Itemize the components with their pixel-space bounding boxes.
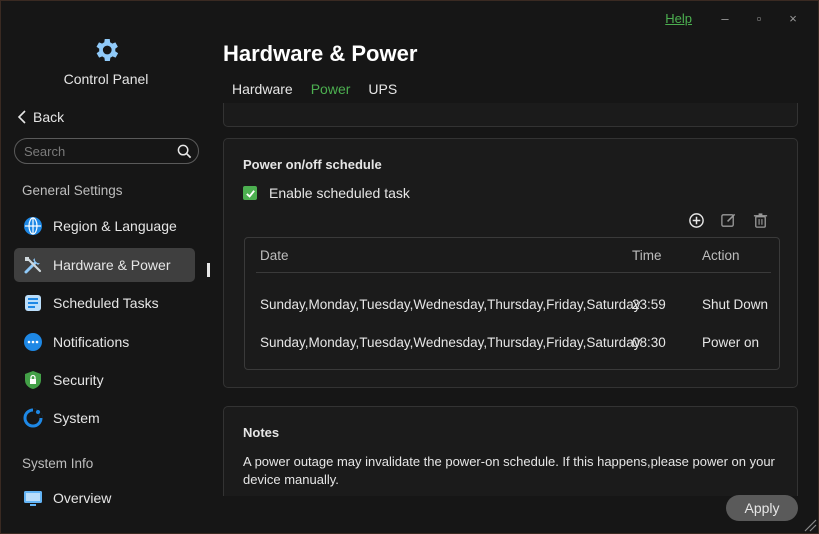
row-time: 08:30 xyxy=(632,335,666,350)
back-label: Back xyxy=(33,109,65,125)
sidebar-item-label: System xyxy=(53,410,100,426)
section-general-settings: General Settings xyxy=(22,183,123,198)
control-panel-header: Control Panel xyxy=(1,35,211,87)
sidebar-item-notifications[interactable]: Notifications xyxy=(14,325,195,359)
back-button[interactable]: Back xyxy=(17,109,64,125)
search-box xyxy=(14,138,199,164)
control-panel-window: Help – ▫ × Control Panel Back General Se… xyxy=(0,0,819,534)
row-date: Sunday,Monday,Tuesday,Wednesday,Thursday… xyxy=(260,335,641,350)
sidebar-item-region-language[interactable]: Region & Language xyxy=(14,209,195,243)
row-action: Shut Down xyxy=(702,297,769,312)
sidebar-item-hardware-power[interactable]: Hardware & Power xyxy=(14,248,195,282)
enable-schedule-label: Enable scheduled task xyxy=(269,185,410,201)
sidebar-item-label: Security xyxy=(53,372,104,388)
search-input[interactable] xyxy=(15,142,176,160)
notes-text: A power outage may invalidate the power-… xyxy=(243,454,775,487)
enable-schedule-row: Enable scheduled task xyxy=(243,185,410,201)
delete-icon[interactable] xyxy=(752,212,769,229)
header-divider xyxy=(256,272,771,273)
sidebar-item-overview[interactable]: Overview xyxy=(14,481,195,515)
app-title: Control Panel xyxy=(63,71,149,87)
add-icon[interactable] xyxy=(688,212,705,229)
schedule-title: Power on/off schedule xyxy=(243,157,382,172)
tools-icon xyxy=(24,256,42,274)
notes-title: Notes xyxy=(243,425,280,440)
monitor-icon xyxy=(24,491,42,506)
row-action: Power on xyxy=(702,335,760,350)
section-system-info: System Info xyxy=(22,456,94,471)
globe-icon xyxy=(24,217,42,235)
sidebar-item-label: Notifications xyxy=(53,334,130,350)
previous-card-remnant xyxy=(223,103,798,127)
notes-card: Notes A power outage may invalidate the … xyxy=(223,406,798,496)
gear-icon xyxy=(96,39,119,61)
sidebar-item-system[interactable]: System xyxy=(14,401,195,435)
column-header-date[interactable]: Date xyxy=(260,248,289,263)
apply-button[interactable]: Apply xyxy=(726,495,798,521)
sidebar-item-label: Hardware & Power xyxy=(53,257,171,273)
tab-power[interactable]: Power xyxy=(310,81,351,105)
checkmark-icon xyxy=(245,189,255,198)
tasks-icon xyxy=(25,295,41,311)
system-icon xyxy=(23,408,43,428)
main-content: Hardware & Power Hardware Power UPS Powe… xyxy=(211,1,818,533)
enable-schedule-checkbox[interactable] xyxy=(243,186,257,200)
schedule-table: Date Time Action Sunday,Monday,Tuesday,W… xyxy=(244,237,780,370)
column-header-action[interactable]: Action xyxy=(702,248,740,263)
sidebar: Control Panel Back General Settings Regi… xyxy=(1,1,211,533)
page-title: Hardware & Power xyxy=(223,41,418,66)
chevron-left-icon xyxy=(17,110,26,124)
shield-lock-icon xyxy=(25,371,41,389)
edit-icon[interactable] xyxy=(720,212,737,229)
sidebar-item-scheduled-tasks[interactable]: Scheduled Tasks xyxy=(14,286,195,320)
sidebar-item-label: Overview xyxy=(53,490,112,506)
row-time: 23:59 xyxy=(632,297,666,312)
sidebar-item-security[interactable]: Security xyxy=(14,363,195,397)
scroll-indicator[interactable] xyxy=(207,263,210,277)
search-icon[interactable] xyxy=(177,144,192,159)
tab-bar: Hardware Power UPS xyxy=(232,81,397,105)
schedule-card: Power on/off schedule Enable scheduled t… xyxy=(223,138,798,388)
chat-bubble-icon xyxy=(24,333,42,351)
resize-grip-icon[interactable] xyxy=(803,518,817,532)
schedule-toolbar xyxy=(688,212,769,229)
sidebar-item-label: Region & Language xyxy=(53,218,177,234)
column-header-time[interactable]: Time xyxy=(632,248,662,263)
row-date: Sunday,Monday,Tuesday,Wednesday,Thursday… xyxy=(260,297,641,312)
sidebar-item-label: Scheduled Tasks xyxy=(53,295,159,311)
tab-ups[interactable]: UPS xyxy=(368,81,397,105)
tab-hardware[interactable]: Hardware xyxy=(232,81,293,105)
